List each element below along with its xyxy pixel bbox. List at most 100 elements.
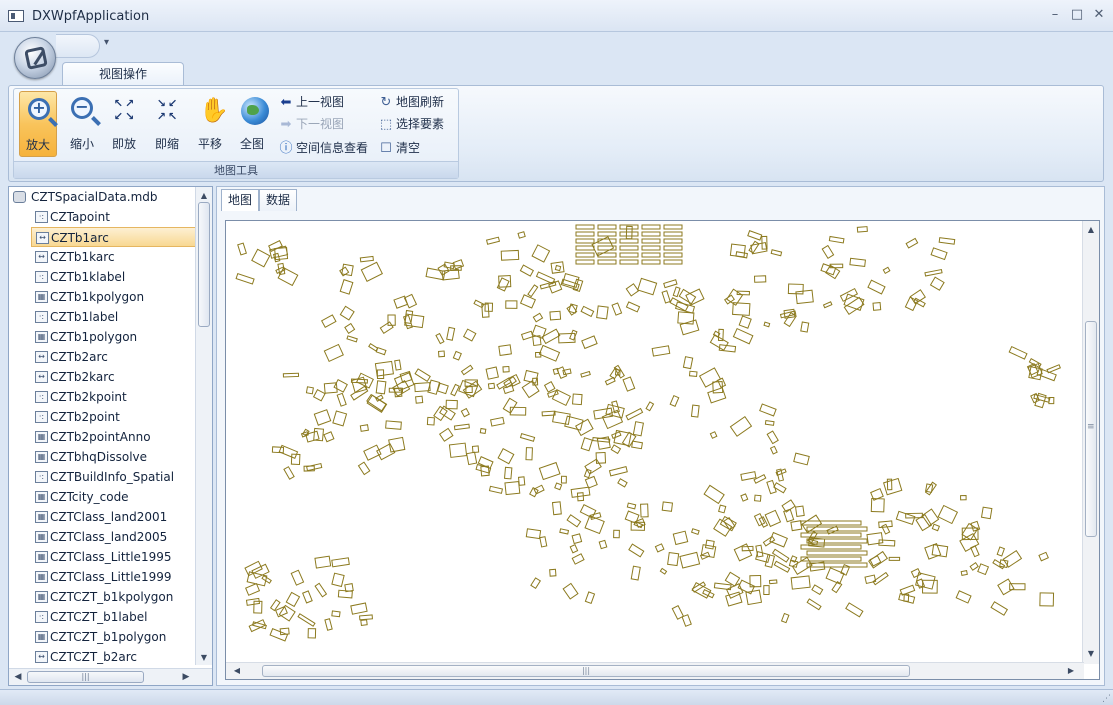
map-building: [613, 529, 620, 539]
tree-item[interactable]: ▦ CZTcity_code: [9, 487, 196, 507]
map-building: [748, 240, 760, 254]
map-building: [681, 614, 692, 627]
tree-root-item[interactable]: CZTSpacialData.mdb: [9, 187, 196, 207]
map-building: [520, 330, 534, 341]
scroll-up-icon[interactable]: ▲: [196, 189, 212, 203]
map-building: [533, 484, 545, 495]
map-building: [350, 602, 368, 615]
tree-item[interactable]: ▦ CZTCZT_b1kpolygon: [9, 587, 196, 607]
quick-access-toolbar[interactable]: [56, 34, 100, 58]
scroll-down-icon[interactable]: ▼: [196, 651, 212, 665]
maximize-button[interactable]: □: [1068, 7, 1086, 23]
tree-item[interactable]: ▦ CZTb1polygon: [9, 327, 196, 347]
map-building: [251, 248, 271, 268]
map-features[interactable]: [226, 221, 1084, 664]
scroll-down-icon[interactable]: ▼: [1084, 647, 1098, 661]
scroll-left-icon[interactable]: ◀: [230, 664, 244, 678]
tree-item[interactable]: ↔ CZTb2arc: [9, 347, 196, 367]
tree-horizontal-scroll-thumb[interactable]: |||: [27, 671, 144, 683]
map-building: [610, 444, 622, 455]
map-building: [580, 305, 595, 318]
quick-access-dropdown-icon[interactable]: ▾: [104, 37, 109, 48]
map-building: [575, 238, 595, 244]
tree-item[interactable]: ▦ CZTbhqDissolve: [9, 447, 196, 467]
map-building: [580, 437, 593, 452]
map-vertical-scrollbar[interactable]: ▲ ▼: [1082, 221, 1099, 664]
map-building: [525, 528, 542, 540]
tree-item[interactable]: ·: CZTb1klabel: [9, 267, 196, 287]
scroll-up-icon[interactable]: ▲: [1084, 223, 1098, 237]
tree-item[interactable]: ▦ CZTCZT_b1polygon: [9, 627, 196, 647]
layer-tree-panel: CZTSpacialData.mdb ·: CZTapoint ↔ CZTb1arc ↔…: [8, 186, 213, 686]
tree-item[interactable]: ▦ CZTb1kpolygon: [9, 287, 196, 307]
zoom-out-button[interactable]: − 缩小: [63, 91, 101, 157]
application-menu-button[interactable]: [14, 37, 56, 79]
tree-item[interactable]: ↔ CZTb1arc: [31, 227, 196, 247]
map-building: [307, 628, 317, 639]
close-button[interactable]: ✕: [1090, 7, 1108, 23]
map-building: [849, 257, 866, 267]
map-building: [703, 484, 725, 505]
next-view-button[interactable]: ➡ 下一视图: [278, 115, 344, 133]
tree-vertical-scrollbar[interactable]: ▲ ▼: [195, 187, 212, 665]
clear-selection-button[interactable]: ☐ 清空: [378, 139, 420, 157]
map-building: [769, 531, 788, 548]
tree-item[interactable]: ·: CZTapoint: [9, 207, 196, 227]
tree-item[interactable]: ▦ CZTClass_Little1999: [9, 567, 196, 587]
tree-item[interactable]: ▦ CZTb2pointAnno: [9, 427, 196, 447]
map-building: [619, 252, 639, 258]
map-building: [485, 236, 501, 245]
map-building: [551, 501, 562, 516]
map-horizontal-scroll-thumb[interactable]: |||: [262, 665, 910, 677]
map-building: [924, 268, 943, 277]
tree-item-label: CZTClass_Little1995: [50, 550, 172, 564]
tree-horizontal-scrollbar[interactable]: ◀ ||| ▶: [9, 668, 212, 685]
map-building: [624, 510, 640, 524]
refresh-map-button[interactable]: ↻ 地图刷新: [378, 93, 444, 111]
tree-item[interactable]: ▦ CZTClass_land2005: [9, 527, 196, 547]
full-extent-button[interactable]: 全图: [233, 91, 271, 157]
map-building: [622, 376, 636, 392]
tree-item[interactable]: ·: CZTb2point: [9, 407, 196, 427]
tree-item[interactable]: ↔ CZTCZT_b2arc: [9, 647, 196, 665]
map-building: [539, 536, 548, 548]
tree-item[interactable]: ·: CZTCZT_b1label: [9, 607, 196, 627]
tree-item[interactable]: ·: CZTBuildInfo_Spatial: [9, 467, 196, 487]
map-building: [282, 372, 300, 378]
minimize-button[interactable]: –: [1046, 7, 1064, 23]
tree-vertical-scroll-thumb[interactable]: [198, 202, 210, 327]
pan-button[interactable]: ✋ 平移: [191, 91, 229, 157]
tab-data[interactable]: 数据: [259, 189, 298, 211]
fixed-zoom-out-button[interactable]: ↘↙ ↗↖ 即缩: [148, 91, 186, 157]
select-features-button[interactable]: ⬚ 选择要素: [378, 115, 444, 133]
map-canvas[interactable]: ▲ ▼ ◀ ||| ▶: [225, 220, 1100, 680]
map-building: [631, 440, 644, 450]
polygon-layer-icon: ▦: [35, 511, 48, 523]
scroll-left-icon[interactable]: ◀: [11, 670, 25, 684]
previous-view-button[interactable]: ⬅ 上一视图: [278, 93, 344, 111]
map-building: [575, 252, 595, 258]
tab-map[interactable]: 地图: [221, 189, 260, 211]
zoom-in-button[interactable]: + 放大: [19, 91, 57, 157]
tree-item[interactable]: ·: CZTb2kpoint: [9, 387, 196, 407]
scroll-right-icon[interactable]: ▶: [1064, 664, 1078, 678]
map-horizontal-scrollbar[interactable]: ◀ ||| ▶: [226, 662, 1084, 679]
map-building: [626, 502, 637, 510]
map-vertical-scroll-thumb[interactable]: [1085, 321, 1097, 537]
map-building: [552, 367, 560, 375]
fixed-zoom-in-button[interactable]: ↖↗ ↙↘ 即放: [105, 91, 143, 157]
tree-item[interactable]: ▦ CZTClass_Little1995: [9, 547, 196, 567]
tree-item[interactable]: ·: CZTb1label: [9, 307, 196, 327]
map-building: [641, 259, 661, 265]
resize-grip-icon[interactable]: ⋰: [1102, 694, 1111, 704]
tree-item-label: CZTb2arc: [50, 350, 108, 364]
refresh-map-label: 地图刷新: [396, 95, 445, 109]
map-building: [387, 314, 396, 326]
scroll-right-icon[interactable]: ▶: [179, 670, 193, 684]
tree-item[interactable]: ↔ CZTb2karc: [9, 367, 196, 387]
tree-item[interactable]: ↔ CZTb1karc: [9, 247, 196, 267]
tree-item[interactable]: ▦ CZTClass_land2001: [9, 507, 196, 527]
identify-button[interactable]: ⓘ 空间信息查看: [278, 139, 368, 157]
map-building: [320, 314, 337, 328]
tab-view-operations[interactable]: 视图操作: [62, 62, 184, 86]
